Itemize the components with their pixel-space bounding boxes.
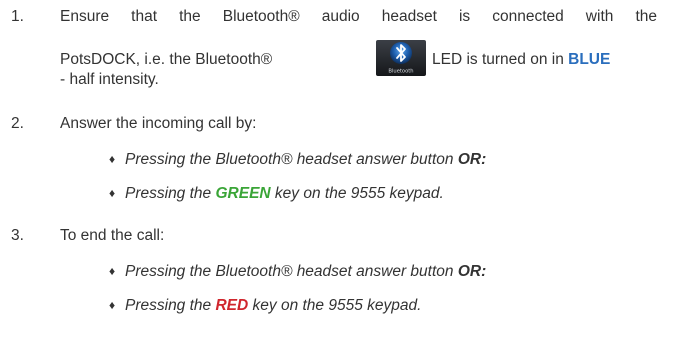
step-2-text: Answer the incoming call by: <box>60 115 257 132</box>
step-1-line-2-before: PotsDOCK, i.e. the Bluetooth® <box>60 51 273 68</box>
step-1-line-1: Ensure that the Bluetooth® audio headset… <box>60 8 657 25</box>
step-2-bullet-1: ♦ Pressing the Bluetooth® headset answer … <box>109 151 487 168</box>
step-2-bullet-2: ♦ Pressing the GREEN key on the 9555 keyp… <box>109 185 444 202</box>
diamond-bullet-icon: ♦ <box>109 152 116 166</box>
step-3-bullet-2: ♦ Pressing the RED key on the 9555 keypad… <box>109 297 422 314</box>
step-3-bullet-1: ♦ Pressing the Bluetooth® headset answer … <box>109 263 487 280</box>
green-key-word: GREEN <box>215 185 271 202</box>
blue-color-word: BLUE <box>568 51 611 68</box>
bluetooth-icon-label: Bluetooth <box>388 69 413 75</box>
step-1-line-2-after: LED is turned on in <box>432 51 564 68</box>
step-1-line-2: PotsDOCK, i.e. the Bluetooth® <box>60 50 272 70</box>
diamond-bullet-icon: ♦ <box>109 186 116 200</box>
step-3-text: To end the call: <box>60 227 165 244</box>
diamond-bullet-icon: ♦ <box>109 298 116 312</box>
step-2-number: 2. <box>11 115 24 132</box>
step-1-line-3: - half intensity. <box>60 71 159 88</box>
step-1-line-2-rest: LED is turned on in BLUE <box>432 50 610 70</box>
red-key-word: RED <box>215 297 249 314</box>
bluetooth-led-icon: Bluetooth <box>376 40 426 76</box>
step-1-number: 1. <box>11 8 24 25</box>
diamond-bullet-icon: ♦ <box>109 264 116 278</box>
instruction-page: 1. Ensure that the Bluetooth® audio head… <box>0 0 679 350</box>
step-3-number: 3. <box>11 227 24 244</box>
